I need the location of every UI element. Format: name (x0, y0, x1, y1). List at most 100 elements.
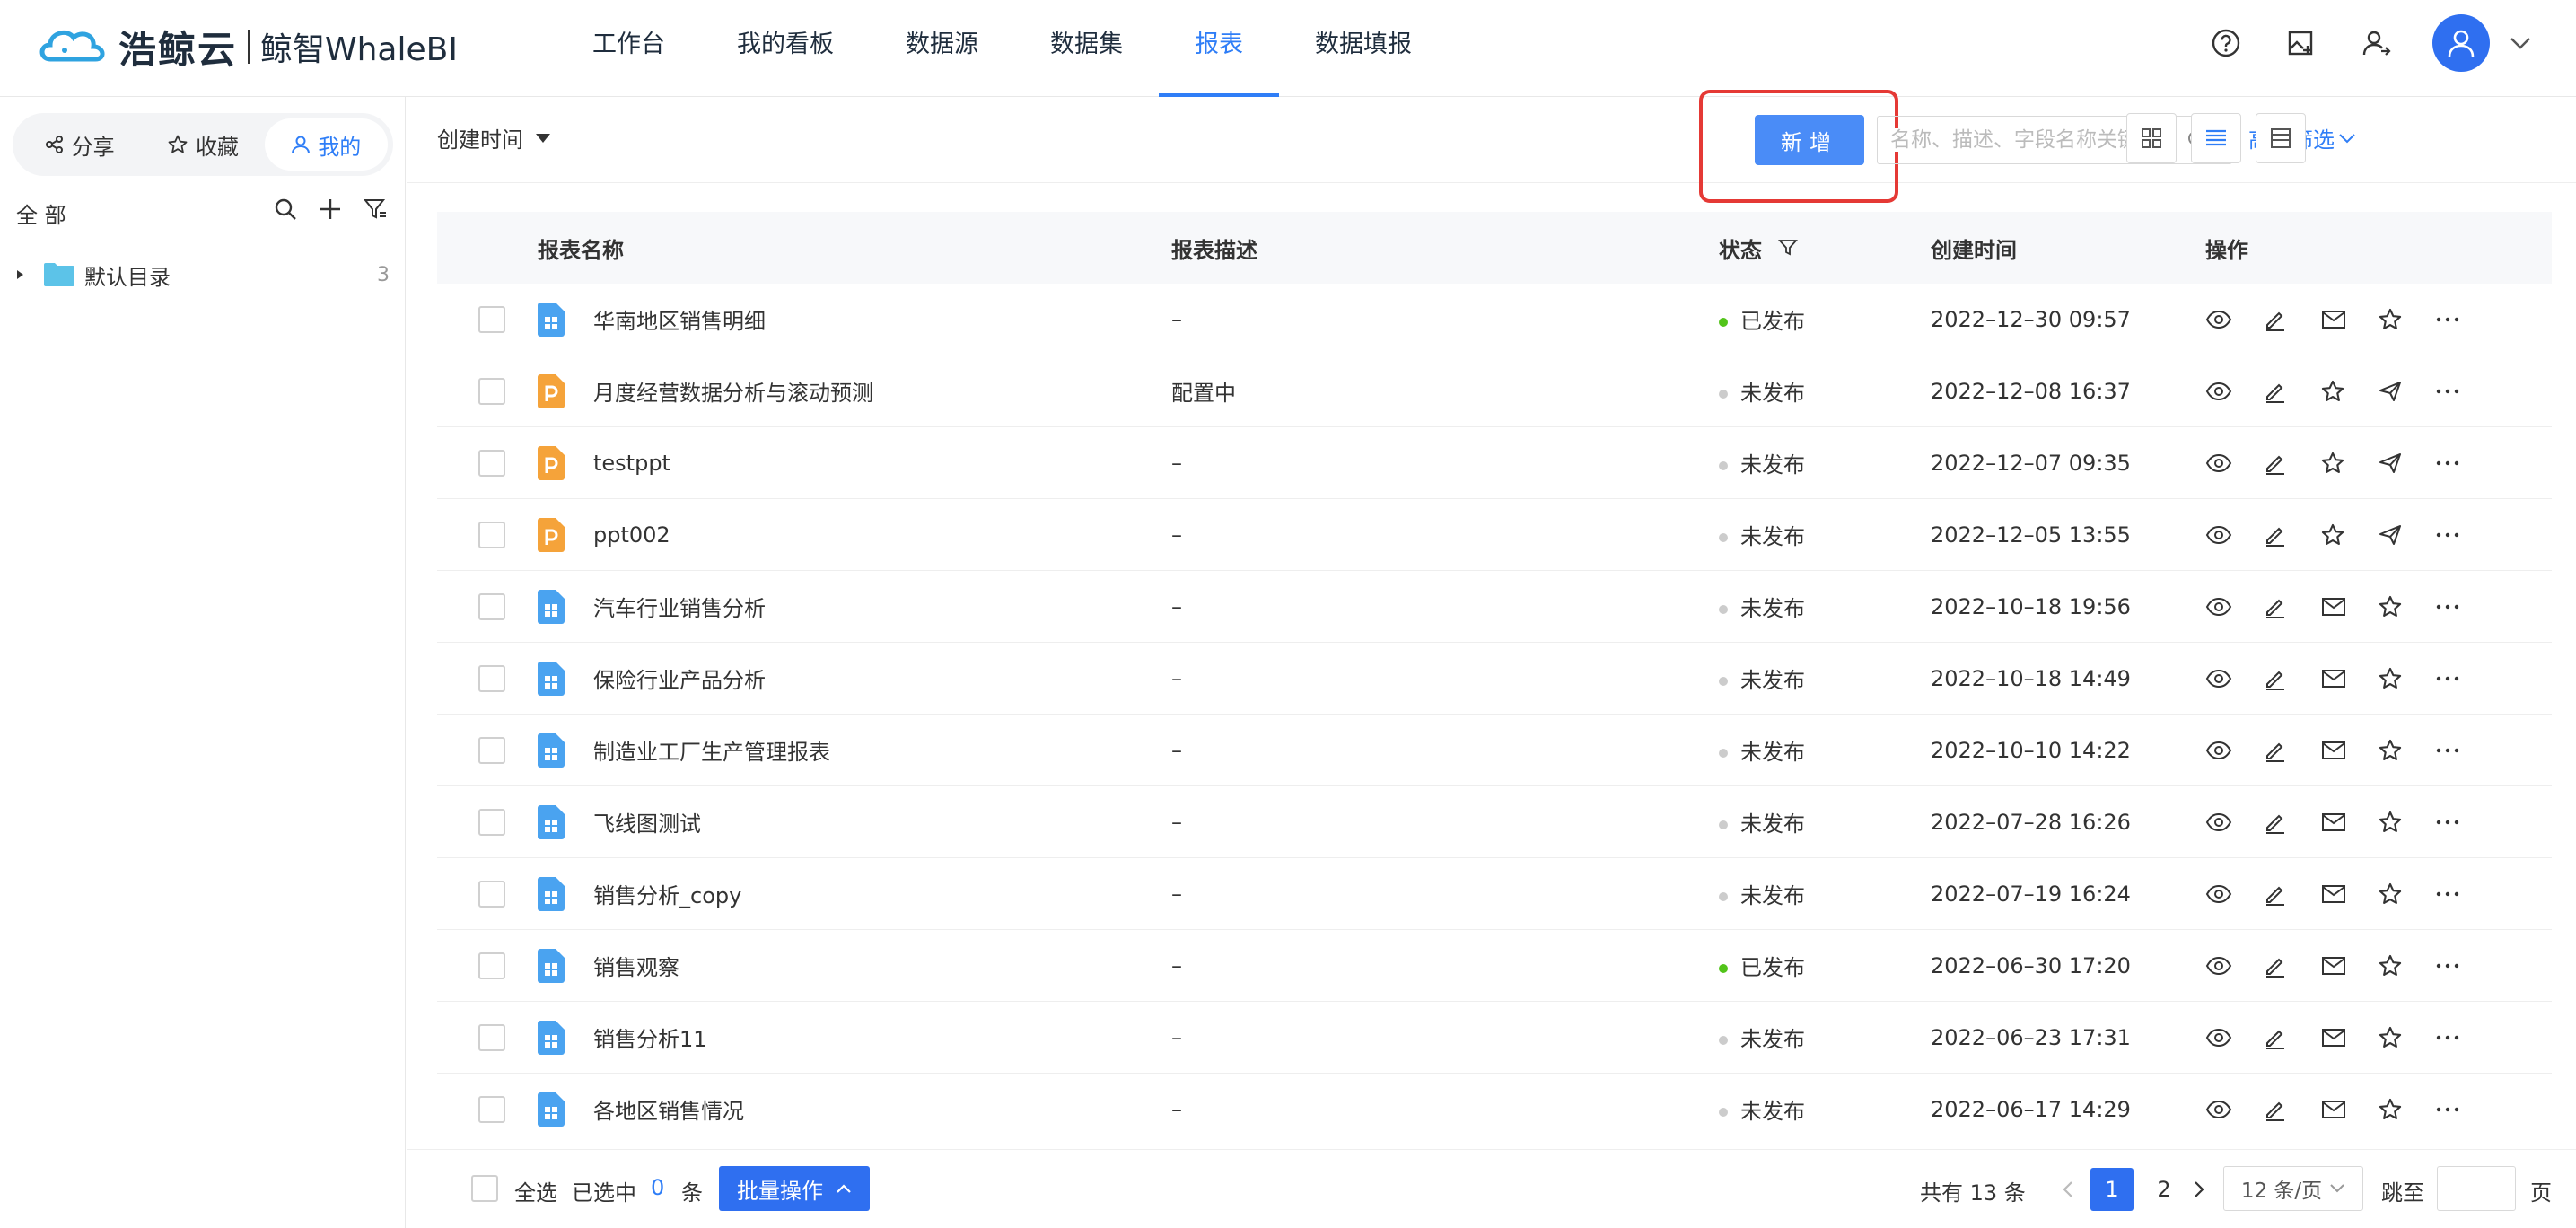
view-icon[interactable] (2205, 1027, 2263, 1048)
edit-icon[interactable] (2263, 882, 2320, 907)
row-checkbox[interactable] (478, 736, 505, 764)
table-row[interactable]: 销售分析_copy – 未发布 2022–07–19 16:24 (437, 858, 2552, 930)
table-row[interactable]: testppt – 未发布 2022–12–07 09:35 (437, 427, 2552, 499)
edit-icon[interactable] (2263, 666, 2320, 691)
email-icon[interactable] (2320, 1027, 2378, 1048)
edit-icon[interactable] (2263, 738, 2320, 763)
table-row[interactable]: 汽车行业销售分析 – 未发布 2022–10–18 19:56 (437, 571, 2552, 643)
report-name[interactable]: ppt002 (593, 522, 670, 548)
email-icon[interactable] (2320, 668, 2378, 689)
row-checkbox[interactable] (478, 305, 505, 333)
edit-icon[interactable] (2263, 451, 2320, 476)
send-icon[interactable] (2378, 451, 2435, 476)
email-icon[interactable] (2320, 1099, 2378, 1120)
report-name[interactable]: 保险行业产品分析 (593, 662, 766, 694)
star-icon[interactable] (2320, 522, 2378, 548)
folder-default[interactable]: 默认目录 3 (13, 257, 390, 293)
search-icon[interactable] (272, 196, 299, 223)
table-row[interactable]: 销售观察 – 已发布 2022–06–30 17:20 (437, 930, 2552, 1002)
send-icon[interactable] (2378, 379, 2435, 404)
filter-icon[interactable] (1778, 238, 1798, 258)
more-icon[interactable] (2435, 1034, 2493, 1041)
row-checkbox[interactable] (478, 664, 505, 692)
report-name[interactable]: 制造业工厂生产管理报表 (593, 734, 830, 766)
edit-icon[interactable] (2263, 522, 2320, 548)
logo[interactable]: 浩鲸云 鲸智WhaleBI (38, 22, 458, 72)
more-icon[interactable] (2435, 819, 2493, 826)
more-icon[interactable] (2435, 531, 2493, 539)
report-name[interactable]: 华南地区销售明细 (593, 303, 766, 335)
more-icon[interactable] (2435, 675, 2493, 682)
star-icon[interactable] (2378, 307, 2435, 332)
select-all-checkbox[interactable] (471, 1175, 498, 1202)
nav-data-fill[interactable]: 数据填报 (1315, 0, 1412, 97)
row-checkbox[interactable] (478, 952, 505, 979)
sort-select[interactable]: 创建时间 (437, 122, 550, 154)
nav-reports[interactable]: 报表 (1159, 0, 1279, 97)
user-avatar[interactable] (2432, 14, 2490, 72)
email-icon[interactable] (2320, 811, 2378, 833)
row-checkbox[interactable] (478, 1023, 505, 1051)
more-icon[interactable] (2435, 603, 2493, 610)
nav-dataset[interactable]: 数据集 (1050, 0, 1123, 97)
view-icon[interactable] (2205, 381, 2263, 402)
page-2[interactable]: 2 (2142, 1168, 2186, 1211)
report-name[interactable]: 飞线图测试 (593, 806, 701, 838)
email-icon[interactable] (2320, 309, 2378, 330)
nav-datasource[interactable]: 数据源 (906, 0, 978, 97)
view-icon[interactable] (2205, 883, 2263, 905)
more-icon[interactable] (2435, 316, 2493, 323)
more-icon[interactable] (2435, 962, 2493, 969)
email-icon[interactable] (2320, 740, 2378, 761)
list-view-button[interactable] (2191, 113, 2241, 163)
jump-page-input[interactable] (2437, 1166, 2516, 1211)
table-view-button[interactable] (2256, 113, 2306, 163)
more-icon[interactable] (2435, 460, 2493, 467)
batch-operation-button[interactable]: 批量操作 (719, 1166, 870, 1211)
view-icon[interactable] (2205, 811, 2263, 833)
view-icon[interactable] (2205, 740, 2263, 761)
report-name[interactable]: 销售分析_copy (593, 878, 741, 909)
star-icon[interactable] (2378, 1025, 2435, 1050)
star-icon[interactable] (2378, 810, 2435, 835)
user-switch-icon[interactable] (2357, 23, 2396, 63)
row-checkbox[interactable] (478, 449, 505, 477)
view-icon[interactable] (2205, 596, 2263, 618)
chevron-down-icon[interactable] (2501, 23, 2540, 63)
row-checkbox[interactable] (478, 377, 505, 405)
email-icon[interactable] (2320, 955, 2378, 977)
grid-view-button[interactable] (2126, 113, 2177, 163)
tab-mine[interactable]: 我的 (264, 118, 388, 171)
more-icon[interactable] (2435, 1106, 2493, 1113)
new-button[interactable]: 新增 (1755, 115, 1864, 165)
table-row[interactable]: 保险行业产品分析 – 未发布 2022–10–18 14:49 (437, 643, 2552, 715)
prev-page-icon[interactable] (2055, 1168, 2081, 1211)
table-row[interactable]: 华南地区销售明细 – 已发布 2022–12–30 09:57 (437, 284, 2552, 355)
row-checkbox[interactable] (478, 521, 505, 548)
edit-icon[interactable] (2263, 379, 2320, 404)
image-edit-icon[interactable] (2282, 23, 2321, 63)
page-1[interactable]: 1 (2090, 1168, 2134, 1211)
email-icon[interactable] (2320, 596, 2378, 618)
add-icon[interactable] (317, 196, 344, 223)
filter-settings-icon[interactable] (362, 196, 389, 223)
row-checkbox[interactable] (478, 808, 505, 836)
table-row[interactable]: 销售分析11 – 未发布 2022–06–23 17:31 (437, 1002, 2552, 1074)
nav-workbench[interactable]: 工作台 (592, 0, 665, 97)
report-name[interactable]: 月度经营数据分析与滚动预测 (593, 375, 873, 407)
more-icon[interactable] (2435, 747, 2493, 754)
edit-icon[interactable] (2263, 953, 2320, 978)
star-icon[interactable] (2378, 666, 2435, 691)
edit-icon[interactable] (2263, 1097, 2320, 1122)
row-checkbox[interactable] (478, 880, 505, 908)
table-row[interactable]: 飞线图测试 – 未发布 2022–07–28 16:26 (437, 786, 2552, 858)
view-icon[interactable] (2205, 955, 2263, 977)
star-icon[interactable] (2378, 1097, 2435, 1122)
row-checkbox[interactable] (478, 592, 505, 620)
view-icon[interactable] (2205, 524, 2263, 546)
star-icon[interactable] (2320, 451, 2378, 476)
edit-icon[interactable] (2263, 810, 2320, 835)
edit-icon[interactable] (2263, 1025, 2320, 1050)
table-row[interactable]: 月度经营数据分析与滚动预测 配置中 未发布 2022–12–08 16:37 (437, 355, 2552, 427)
nav-my-dashboards[interactable]: 我的看板 (737, 0, 834, 97)
